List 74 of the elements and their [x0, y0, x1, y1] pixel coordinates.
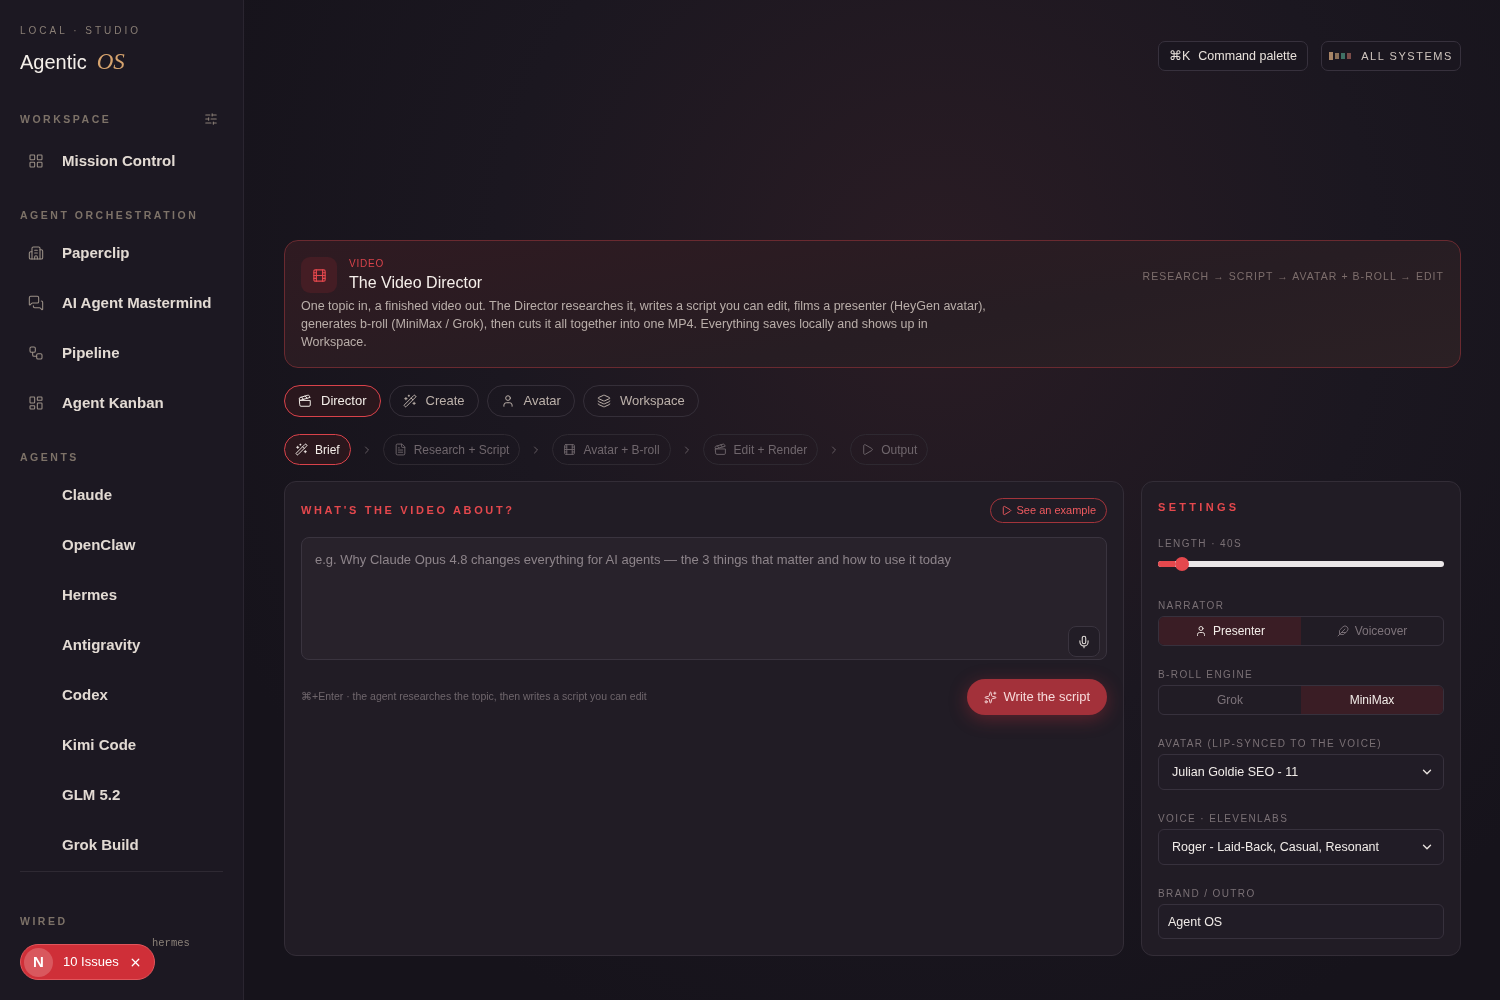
grid-icon	[28, 153, 44, 169]
voice-label: VOICE · ELEVENLABS	[1158, 814, 1289, 824]
dashboard-icon	[28, 395, 44, 411]
settings-heading: SETTINGS	[1158, 500, 1240, 515]
brand-outro-label: BRAND / OUTRO	[1158, 889, 1256, 899]
sidebar-link[interactable]: Claude	[62, 483, 112, 507]
section-heading: WIRED	[20, 914, 68, 929]
banner-eyebrow: VIDEO	[349, 257, 385, 270]
microphone-icon	[1077, 634, 1091, 649]
feather-icon	[1336, 625, 1349, 637]
microphone-button[interactable]	[1068, 626, 1100, 657]
avatar-select[interactable]: Julian Goldie SEO - 11	[1158, 754, 1444, 790]
status-bars-icon	[1329, 52, 1352, 60]
sidebar-link[interactable]: Codex	[62, 683, 108, 707]
sidebar-link[interactable]: Paperclip	[62, 241, 130, 265]
connected-squares-icon	[28, 345, 44, 361]
keyboard-hint: ⌘+Enter · the agent researches the topic, then writes a script you can edit	[301, 689, 647, 705]
broll-engine-option[interactable]: MiniMax	[1301, 686, 1443, 714]
sidebar-link[interactable]: Mission Control	[62, 149, 176, 173]
n-logo: N	[24, 947, 53, 977]
broll-engine-option[interactable]: Grok	[1159, 686, 1301, 714]
banner-title: The Video Director	[349, 272, 483, 293]
topic-input[interactable]: e.g. Why Claude Opus 4.8 changes everything for AI agents — the 3 things that matter and how to use it today	[301, 537, 1107, 660]
sidebar-link[interactable]: Agent Kanban	[62, 391, 164, 415]
brief-heading: WHAT'S THE VIDEO ABOUT?	[301, 503, 515, 519]
issues-badge[interactable]: N 10 Issues	[20, 944, 155, 980]
pipeline-flow: RESEARCH → SCRIPT → AVATAR + B-ROLL → EDIT	[1142, 269, 1444, 284]
play-icon	[1000, 505, 1012, 516]
clapperboard-icon	[298, 394, 312, 408]
broll-engine-label: B-ROLL ENGINE	[1158, 670, 1254, 680]
section-heading: WORKSPACE	[20, 112, 112, 127]
play-icon	[861, 443, 875, 456]
issues-count: 10 Issues	[63, 953, 119, 972]
write-script-button[interactable]: Write the script	[966, 679, 1107, 715]
document-icon	[393, 443, 407, 456]
chat-bubbles-icon	[28, 295, 44, 311]
section-heading: AGENTS	[20, 450, 79, 465]
mode-tab[interactable]: Director	[284, 385, 381, 417]
film-icon	[563, 443, 577, 456]
length-label: LENGTH · 40S	[1158, 539, 1243, 549]
narrator-option[interactable]: Voiceover	[1301, 617, 1443, 645]
system-status-button[interactable]: ALL SYSTEMS	[1321, 41, 1461, 71]
narrator-option[interactable]: Presenter	[1159, 617, 1301, 645]
brand-outro-input[interactable]: Agent OS	[1158, 904, 1444, 939]
sidebar-link[interactable]: Grok Build	[62, 833, 139, 857]
magic-wand-icon	[402, 394, 417, 408]
sidebar-link[interactable]: Pipeline	[62, 341, 120, 365]
sidebar-link[interactable]: Kimi Code	[62, 733, 137, 757]
sidebar-link[interactable]: Antigravity	[62, 633, 141, 657]
building-icon	[28, 245, 44, 261]
avatar-label: AVATAR (LIP-SYNCED TO THE VOICE)	[1158, 739, 1383, 749]
settings-sliders-icon[interactable]	[204, 112, 218, 126]
voice-select[interactable]: Roger - Laid-Back, Casual, Resonant	[1158, 829, 1444, 865]
film-icon	[301, 257, 337, 293]
sparkles-icon	[983, 690, 997, 704]
section-heading: AGENT ORCHESTRATION	[20, 208, 199, 223]
person-icon	[500, 394, 515, 408]
workspace-eyebrow: LOCAL · STUDIO	[20, 25, 142, 37]
person-icon	[1195, 625, 1207, 637]
sidebar-link[interactable]: AI Agent Mastermind	[62, 291, 212, 315]
sidebar-link[interactable]: GLM 5.2	[62, 783, 121, 807]
sidebar-link[interactable]: OpenClaw	[62, 533, 136, 557]
layers-icon	[596, 394, 611, 408]
command-palette-button[interactable]: ⌘K Command palette	[1158, 41, 1308, 71]
sidebar-link[interactable]: Hermes	[62, 583, 118, 607]
magic-wand-icon	[295, 443, 308, 456]
slider-thumb[interactable]	[1175, 557, 1190, 571]
brand-name: Agentic	[20, 50, 87, 75]
brand-mark: OS	[96, 47, 125, 76]
banner-description: One topic in, a finished video out. The Director researches it, writes a script you can edit, films a presenter (HeyGen avatar), generates b-roll (MiniMax / Grok), then cuts it all together into one MP4. Everything saves locally and shows up in Workspace.	[301, 298, 987, 351]
step-pill[interactable]: Brief	[284, 434, 351, 465]
narrator-label: NARRATOR	[1158, 601, 1225, 611]
wired-agent: hermes	[152, 936, 190, 951]
clapperboard-icon	[713, 443, 727, 456]
